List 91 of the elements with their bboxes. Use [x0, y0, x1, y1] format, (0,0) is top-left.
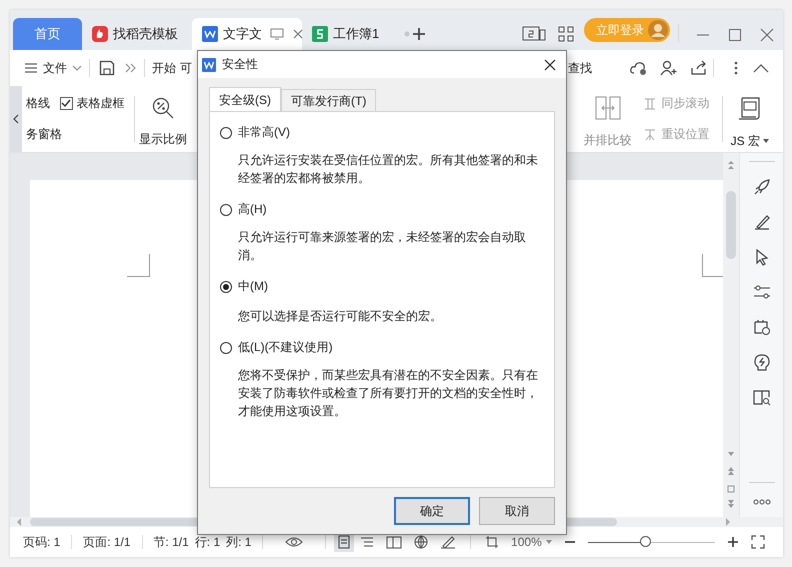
status-text: 节: 1/1 [153, 534, 189, 550]
status-text: 列: 1 [226, 534, 252, 550]
unsaved-dot-icon [404, 31, 410, 37]
side-by-side-icon [594, 96, 621, 120]
scrollbar-thumb[interactable] [726, 191, 736, 259]
dialog-tab[interactable]: 可靠发行商(T) [281, 89, 376, 112]
tab-label: 找稻壳模板 [113, 25, 178, 43]
radio-option[interactable]: 低(L)(不建议使用) [220, 339, 542, 356]
fullscreen-icon[interactable] [751, 535, 765, 549]
dialog-tab[interactable]: 安全级(S) [209, 87, 281, 112]
menu-icon [24, 62, 38, 74]
zoom-button[interactable]: 显示比例 [139, 90, 187, 148]
radio-button[interactable] [220, 342, 232, 354]
document-tab[interactable]: 工作簿1 [302, 18, 412, 50]
page-view-icon [337, 535, 352, 549]
outline-icon[interactable] [360, 535, 374, 549]
status-text: 行: 1 [194, 534, 220, 550]
zoom-level-dropdown[interactable]: 100% [511, 535, 552, 549]
chevron-left-icon [13, 114, 19, 124]
eye-icon[interactable] [285, 536, 304, 548]
checkbox-label: 表格虚框 [76, 95, 124, 112]
close-icon[interactable] [544, 58, 556, 70]
more-icon[interactable] [733, 60, 739, 76]
share-icon[interactable] [690, 60, 708, 76]
zoom-in-icon[interactable] [727, 536, 739, 548]
option-description: 只允许运行安装在受信任位置的宏。所有其他签署的和未经签署的宏都将被禁用。 [238, 152, 539, 187]
dual-screen-icon[interactable] [522, 26, 546, 42]
pen-icon[interactable] [440, 535, 456, 549]
tab-label: 文字文 [223, 25, 262, 43]
sync-scroll-icon [644, 98, 656, 110]
dialog-title: 安全性 [222, 56, 258, 73]
status-text: 页码: 1 [23, 534, 60, 550]
radio-option[interactable]: 高(H) [220, 201, 542, 218]
radio-button[interactable] [220, 280, 232, 292]
search-button[interactable]: 查找 [568, 60, 592, 76]
cloud-icon[interactable] [630, 60, 648, 76]
spreadsheet-icon [312, 26, 328, 42]
file-menu-button[interactable]: 文件 [22, 60, 84, 76]
writer-icon [202, 58, 216, 72]
radio-label: 高(H) [238, 201, 267, 218]
grid-icon[interactable] [558, 26, 574, 42]
js-macro-button[interactable]: JS 宏 [730, 88, 769, 150]
ribbon-label[interactable]: 务窗格 [26, 126, 126, 143]
rocket-icon[interactable] [752, 178, 770, 196]
start-tab[interactable]: 开始 [152, 60, 176, 76]
radio-option[interactable]: 中(M) [220, 278, 542, 295]
collapse-icon[interactable] [753, 63, 769, 73]
cancel-button[interactable]: 取消 [479, 497, 555, 525]
ribbon-tab[interactable]: 可 [180, 60, 192, 76]
add-user-icon[interactable] [660, 60, 678, 76]
radio-label: 中(M) [238, 278, 268, 295]
home-tab[interactable]: 首页 [13, 18, 82, 50]
status-text: 页面: 1/1 [83, 534, 131, 550]
more-icon[interactable] [752, 499, 770, 505]
radio-label: 非常高(V) [238, 124, 290, 141]
avatar-icon [648, 20, 668, 40]
ok-button[interactable]: 确定 [394, 497, 470, 525]
caret-icon [546, 540, 552, 544]
caret-icon [763, 139, 769, 143]
slider-thumb[interactable] [640, 536, 652, 547]
document-tab[interactable]: 文字文 [192, 18, 302, 50]
lightning-bulb-icon[interactable] [752, 353, 770, 371]
writer-icon [202, 26, 218, 42]
save-icon[interactable] [99, 60, 115, 76]
radio-button[interactable] [220, 204, 232, 216]
book-search-icon[interactable] [752, 388, 770, 406]
checkbox[interactable] [60, 97, 72, 110]
tab-label: 工作簿1 [333, 25, 380, 43]
option-description: 您将不受保护，而某些宏具有潜在的不安全因素。只有在安装了防毒软件或检查了所有要打开的文档的安全性时，才能使用这项设置。 [238, 367, 539, 420]
radio-option[interactable]: 非常高(V) [220, 124, 542, 141]
option-description: 您可以选择是否运行可能不安全的宏。 [238, 308, 443, 325]
sliders-icon[interactable] [752, 283, 770, 301]
monitor-icon [270, 28, 284, 40]
pen-icon[interactable] [752, 213, 770, 231]
checkbox-option[interactable]: 表格虚框 [60, 95, 126, 112]
option-description: 只允许运行可靠来源签署的宏，未经签署的宏会自动取消。 [238, 229, 527, 264]
ribbon-label[interactable]: 格线 [26, 95, 52, 112]
caret-icon [72, 64, 82, 72]
radio-button[interactable] [220, 126, 232, 138]
more-arrows-icon[interactable] [125, 63, 137, 73]
book-icon[interactable] [386, 535, 402, 549]
new-tab-icon[interactable] [412, 27, 426, 41]
compare-button[interactable]: 并排比较 [584, 90, 632, 148]
document-tab[interactable]: 找稻壳模板 [82, 18, 192, 50]
reset-position-icon [644, 128, 656, 140]
vertical-scrollbar[interactable] [723, 153, 739, 517]
zoom-percent-icon [152, 96, 174, 118]
flame-logo-icon [92, 26, 108, 42]
radio-label: 低(L)(不建议使用) [238, 339, 333, 356]
maximize-icon[interactable] [728, 28, 742, 42]
globe-icon[interactable] [414, 535, 428, 549]
